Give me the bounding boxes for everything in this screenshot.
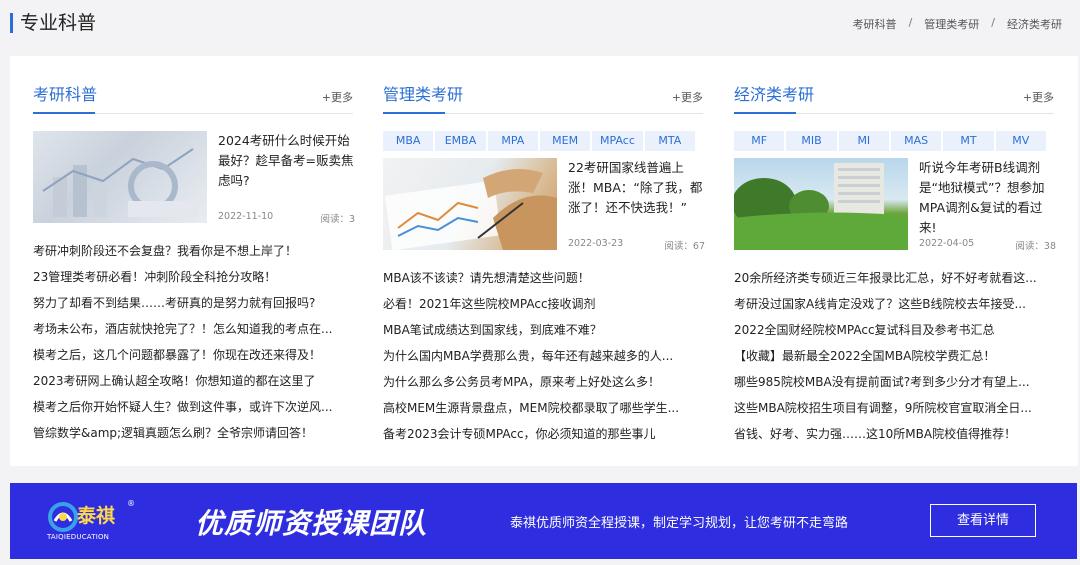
content-panel: 考研科普 +更多 2024考研什么时候开始最好？趁早备考=贩卖焦虑吗? 2022… xyxy=(10,56,1078,466)
tag-bar: MBA EMBA MPA MEM MPAcc MTA xyxy=(383,131,695,151)
tag-mf[interactable]: MF xyxy=(734,131,787,151)
tag-mpa[interactable]: MPA xyxy=(488,131,540,151)
tag-emba[interactable]: EMBA xyxy=(435,131,488,151)
breadcrumb-separator: / xyxy=(908,16,913,29)
article-list: MBA该不该读？请先想清楚这些问题！ 必看！2021年这些院校MPAcc接收调剂… xyxy=(383,265,705,447)
tag-mas[interactable]: MAS xyxy=(891,131,944,151)
featured-title[interactable]: 听说今年考研B线调剂是“地狱模式”？想参加MPA调剂&复试的看过来! xyxy=(919,158,1056,238)
featured-article[interactable]: 2024考研什么时候开始最好？趁早备考=贩卖焦虑吗? 2022-11-10 阅读… xyxy=(33,131,355,227)
view-details-button[interactable]: 查看详情 xyxy=(930,504,1036,537)
featured-read-count: 阅读：38 xyxy=(1015,241,1056,252)
list-item[interactable]: 考研没过国家A线肯定没戏了？这些B线院校去年接受... xyxy=(734,291,1056,317)
list-item[interactable]: 努力了却看不到结果……考研真的是努力就有回报吗? xyxy=(33,290,355,316)
featured-date: 2022-04-05 xyxy=(919,238,975,249)
banner-description: 泰祺优质师资全程授课，制定学习规划，让您考研不走弯路 xyxy=(510,516,849,531)
breadcrumb-item-jingji[interactable]: 经济类考研 xyxy=(1007,16,1062,32)
list-item[interactable]: 省钱、好考、实力强……这10所MBA院校值得推荐！ xyxy=(734,421,1056,447)
more-link[interactable]: +更多 xyxy=(672,89,703,105)
title-accent-bar xyxy=(10,13,13,33)
column-kaoyan-kepu: 考研科普 +更多 2024考研什么时候开始最好？趁早备考=贩卖焦虑吗? 2022… xyxy=(33,56,355,466)
featured-read-count: 阅读：3 xyxy=(320,214,355,225)
tag-mpacc[interactable]: MPAcc xyxy=(592,131,645,151)
column-title[interactable]: 考研科普 xyxy=(33,84,97,106)
column-header: 经济类考研 +更多 xyxy=(734,84,1054,114)
list-item[interactable]: 这些MBA院校招生项目有调整，9所院校官宣取消全日... xyxy=(734,395,1056,421)
list-item[interactable]: 【收藏】最新最全2022全国MBA院校学费汇总！ xyxy=(734,343,1056,369)
column-title[interactable]: 经济类考研 xyxy=(734,84,814,106)
list-item[interactable]: 2022全国财经院校MPAcc复试科目及参考书汇总 xyxy=(734,317,1056,343)
article-list: 考研冲刺阶段还不会复盘？我看你是不想上岸了！ 23管理类考研必看！冲刺阶段全科抢… xyxy=(33,238,355,446)
column-title-underline xyxy=(383,112,445,114)
featured-thumbnail[interactable] xyxy=(33,131,207,223)
promo-banner[interactable]: 泰祺 ® TAIQIEDUCATION 优质师资授课团队 泰祺优质师资全程授课，… xyxy=(10,483,1077,559)
list-item[interactable]: MBA笔试成绩达到国家线，到底难不难？ xyxy=(383,317,705,343)
section-header: 专业科普 考研科普 / 管理类考研 / 经济类考研 xyxy=(0,0,1080,52)
more-link[interactable]: +更多 xyxy=(1023,89,1054,105)
list-item[interactable]: MBA该不该读？请先想清楚这些问题！ xyxy=(383,265,705,291)
tag-mba[interactable]: MBA xyxy=(383,131,436,151)
featured-article[interactable]: 22考研国家线普遍上涨！MBA：“除了我，都涨了！还不快选我！” 2022-03… xyxy=(383,158,705,254)
list-item[interactable]: 2023考研网上确认超全攻略！你想知道的都在这里了 xyxy=(33,368,355,394)
page-title: 专业科普 xyxy=(20,12,97,34)
registered-mark: ® xyxy=(127,499,135,508)
list-item[interactable]: 23管理类考研必看！冲刺阶段全科抢分攻略！ xyxy=(33,264,355,290)
featured-date: 2022-03-23 xyxy=(568,238,624,249)
column-header: 考研科普 +更多 xyxy=(33,84,353,114)
list-item[interactable]: 模考之后，这几个问题都暴露了！你现在改还来得及！ xyxy=(33,342,355,368)
list-item[interactable]: 必看！2021年这些院校MPAcc接收调剂 xyxy=(383,291,705,317)
list-item[interactable]: 管综数学&amp;逻辑真题怎么刷？全爷宗师请回答！ xyxy=(33,420,355,446)
list-item[interactable]: 高校MEM生源背景盘点，MEM院校都录取了哪些学生... xyxy=(383,395,705,421)
list-item[interactable]: 为什么那么多公务员考MPA，原来考上好处这么多！ xyxy=(383,369,705,395)
tag-mib[interactable]: MIB xyxy=(786,131,839,151)
column-title[interactable]: 管理类考研 xyxy=(383,84,463,106)
breadcrumb-item-kaoyan-kepu[interactable]: 考研科普 xyxy=(853,16,897,32)
featured-title[interactable]: 2024考研什么时候开始最好？趁早备考=贩卖焦虑吗? xyxy=(218,131,355,191)
column-title-underline xyxy=(33,112,95,114)
list-item[interactable]: 为什么国内MBA学费那么贵，每年还有越来越多的人... xyxy=(383,343,705,369)
more-link[interactable]: +更多 xyxy=(322,89,353,105)
list-item[interactable]: 20余所经济类专硕近三年报录比汇总，好不好考就看这... xyxy=(734,265,1056,291)
logo-subtitle: TAIQIEDUCATION xyxy=(47,533,110,541)
column-jingji: 经济类考研 +更多 MF MIB MI MAS MT MV 听说今年考研B线调剂… xyxy=(734,56,1056,466)
breadcrumb-item-guanli[interactable]: 管理类考研 xyxy=(924,16,979,32)
featured-read-count: 阅读：67 xyxy=(664,241,705,252)
brand-logo: 泰祺 ® TAIQIEDUCATION xyxy=(47,497,143,543)
list-item[interactable]: 模考之后你开始怀疑人生？做到这件事，或许下次逆风... xyxy=(33,394,355,420)
column-header: 管理类考研 +更多 xyxy=(383,84,703,114)
tag-mta[interactable]: MTA xyxy=(645,131,695,151)
list-item[interactable]: 备考2023会计专硕MPAcc，你必须知道的那些事儿 xyxy=(383,421,705,447)
breadcrumb: 考研科普 / 管理类考研 / 经济类考研 xyxy=(853,16,1062,32)
tag-mem[interactable]: MEM xyxy=(540,131,593,151)
tag-mi[interactable]: MI xyxy=(839,131,891,151)
column-guanli: 管理类考研 +更多 MBA EMBA MPA MEM MPAcc MTA 22考… xyxy=(383,56,705,466)
featured-thumbnail[interactable] xyxy=(383,158,557,250)
featured-article[interactable]: 听说今年考研B线调剂是“地狱模式”？想参加MPA调剂&复试的看过来! 2022-… xyxy=(734,158,1056,254)
column-title-underline xyxy=(734,112,796,114)
breadcrumb-separator: / xyxy=(991,16,995,29)
list-item[interactable]: 考研冲刺阶段还不会复盘？我看你是不想上岸了！ xyxy=(33,238,355,264)
list-item[interactable]: 哪些985院校MBA没有提前面试?考到多少分才有望上... xyxy=(734,369,1056,395)
article-list: 20余所经济类专硕近三年报录比汇总，好不好考就看这... 考研没过国家A线肯定没… xyxy=(734,265,1056,447)
featured-thumbnail[interactable] xyxy=(734,158,908,250)
tag-mt[interactable]: MT xyxy=(943,131,996,151)
banner-slogan: 优质师资授课团队 xyxy=(195,507,428,540)
featured-date: 2022-11-10 xyxy=(218,211,274,222)
tag-bar: MF MIB MI MAS MT MV xyxy=(734,131,1046,151)
logo-symbol-icon xyxy=(48,502,78,532)
logo-text: 泰祺 xyxy=(77,505,116,527)
list-item[interactable]: 考场未公布，酒店就快抢完了？！怎么知道我的考点在... xyxy=(33,316,355,342)
tag-mv[interactable]: MV xyxy=(996,131,1046,151)
featured-title[interactable]: 22考研国家线普遍上涨！MBA：“除了我，都涨了！还不快选我！” xyxy=(568,158,705,218)
